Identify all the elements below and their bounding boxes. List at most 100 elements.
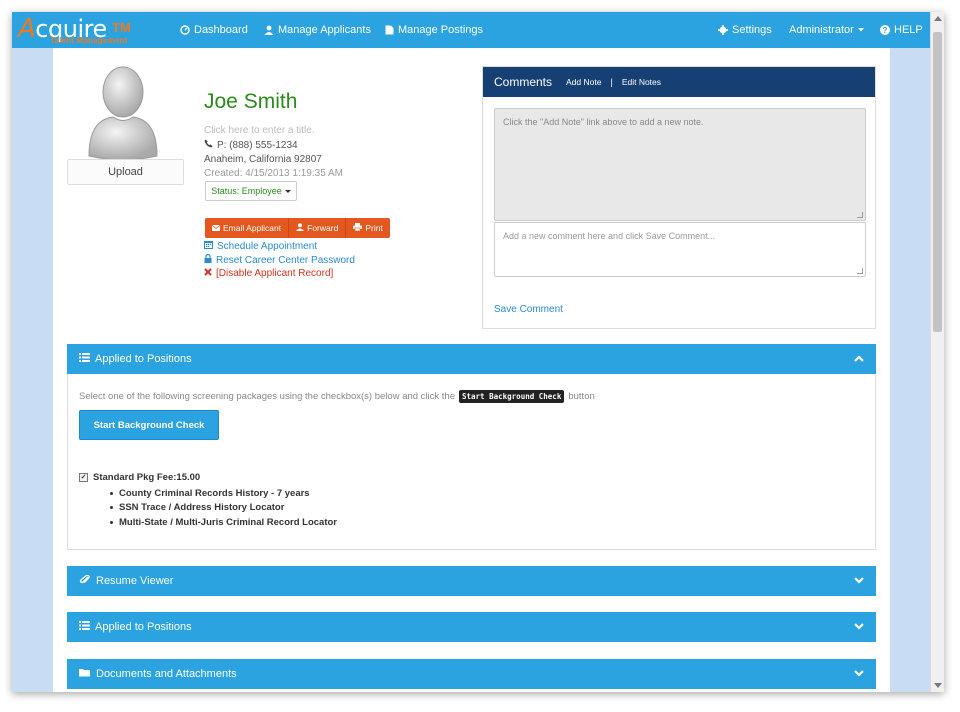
applied-positions-title-2: Applied to Positions bbox=[95, 621, 192, 633]
nav-manage-postings-label: Manage Postings bbox=[398, 24, 483, 36]
comment-placeholder: Add a new comment here and click Save Co… bbox=[503, 231, 716, 241]
list-item: County Criminal Records History - 7 year… bbox=[110, 486, 337, 501]
document-icon bbox=[385, 25, 394, 35]
package-item-label: Multi-State / Multi-Juris Criminal Recor… bbox=[119, 516, 337, 528]
applied-positions-header-2[interactable]: Applied to Positions bbox=[67, 612, 876, 642]
avatar bbox=[83, 60, 163, 161]
close-icon bbox=[204, 268, 212, 279]
nav-manage-applicants[interactable]: Manage Applicants bbox=[264, 22, 371, 38]
status-label: Status: Employee bbox=[211, 186, 282, 196]
forward-label: Forward bbox=[307, 223, 339, 233]
start-background-check-button[interactable]: Start Background Check bbox=[79, 410, 219, 440]
paperclip-icon bbox=[79, 574, 91, 588]
email-applicant-label: Email Applicant bbox=[223, 223, 282, 233]
nav-manage-postings[interactable]: Manage Postings bbox=[385, 22, 483, 38]
location-text: Anaheim, California 92807 bbox=[204, 154, 322, 165]
screening-instructions: Select one of the following screening pa… bbox=[79, 390, 595, 403]
vertical-scrollbar[interactable] bbox=[930, 12, 944, 692]
nav-user-label: Administrator bbox=[789, 24, 854, 36]
list-icon bbox=[79, 353, 90, 365]
list-item: SSN Trace / Address History Locator bbox=[110, 501, 337, 516]
print-button[interactable]: Print bbox=[346, 218, 390, 238]
applicant-action-group: Email Applicant Forward Print bbox=[205, 218, 390, 238]
print-label: Print bbox=[365, 223, 383, 233]
applicant-name[interactable]: Joe Smith bbox=[204, 90, 297, 114]
disable-record-label: [Disable Applicant Record] bbox=[216, 268, 334, 279]
comments-title: Comments bbox=[494, 75, 553, 89]
nav-settings[interactable]: Settings bbox=[718, 22, 772, 38]
package-item-label: SSN Trace / Address History Locator bbox=[119, 502, 285, 514]
resize-grip-icon[interactable] bbox=[857, 212, 863, 218]
bullet-icon bbox=[110, 491, 113, 495]
title-placeholder[interactable]: Click here to enter a title. bbox=[204, 125, 315, 136]
acquire-logo[interactable]: Acquire TM Talent Management bbox=[18, 14, 168, 46]
chevron-down-icon[interactable] bbox=[854, 575, 864, 587]
package-item-label: County Criminal Records History - 7 year… bbox=[119, 487, 310, 499]
list-item: Multi-State / Multi-Juris Criminal Recor… bbox=[110, 515, 337, 530]
main-content: Upload Joe Smith Click here to enter a t… bbox=[53, 48, 890, 692]
nav-manage-applicants-label: Manage Applicants bbox=[278, 24, 371, 36]
package-label: Standard Pkg Fee:15.00 bbox=[93, 472, 201, 483]
resume-viewer-header[interactable]: Resume Viewer bbox=[67, 566, 876, 596]
comments-panel: Comments Add Note | Edit Notes Click the… bbox=[482, 66, 876, 329]
reset-password-link[interactable]: Reset Career Center Password bbox=[204, 253, 355, 266]
disable-record-link[interactable]: [Disable Applicant Record] bbox=[204, 268, 333, 279]
applied-positions-header[interactable]: Applied to Positions bbox=[67, 344, 876, 374]
chevron-down-icon[interactable] bbox=[854, 668, 864, 680]
edit-notes-link[interactable]: Edit Notes bbox=[622, 77, 661, 87]
phone-row: P: (888) 555-1234 bbox=[204, 139, 298, 151]
chevron-down-icon[interactable] bbox=[854, 621, 864, 633]
package-row: ✓ Standard Pkg Fee:15.00 bbox=[79, 472, 200, 483]
caret-down-icon bbox=[857, 28, 864, 32]
lock-icon bbox=[204, 253, 212, 266]
resize-grip-icon[interactable] bbox=[857, 268, 863, 274]
forward-button[interactable]: Forward bbox=[289, 218, 347, 238]
package-items: County Criminal Records History - 7 year… bbox=[110, 486, 337, 530]
save-comment-link[interactable]: Save Comment bbox=[494, 304, 563, 315]
bullet-icon bbox=[110, 506, 113, 510]
email-applicant-button[interactable]: Email Applicant bbox=[205, 218, 290, 238]
notes-textarea[interactable]: Click the "Add Note" link above to add a… bbox=[494, 108, 866, 221]
app-window: Acquire TM Talent Management Dashboard M… bbox=[12, 12, 944, 692]
scroll-up-arrow-icon[interactable] bbox=[934, 16, 942, 21]
folder-icon bbox=[79, 668, 91, 680]
add-note-link[interactable]: Add Note bbox=[566, 77, 601, 87]
status-dropdown[interactable]: Status: Employee bbox=[205, 181, 297, 201]
upload-photo-button[interactable]: Upload bbox=[67, 159, 184, 185]
caret-down-icon bbox=[284, 189, 291, 193]
list-icon bbox=[79, 621, 90, 633]
chevron-up-icon[interactable] bbox=[854, 353, 864, 365]
nav-settings-label: Settings bbox=[732, 24, 772, 36]
package-checkbox[interactable]: ✓ bbox=[79, 473, 88, 482]
comment-textarea[interactable]: Add a new comment here and click Save Co… bbox=[494, 222, 866, 277]
schedule-appointment-link[interactable]: Schedule Appointment bbox=[204, 240, 317, 252]
scroll-thumb[interactable] bbox=[933, 32, 942, 332]
nav-help-label: HELP bbox=[894, 24, 923, 36]
instructions-suffix: button bbox=[568, 391, 595, 402]
svg-text:?: ? bbox=[883, 26, 888, 35]
logo-tagline: Talent Management bbox=[50, 36, 128, 45]
phone-icon bbox=[204, 139, 213, 151]
phone-text: P: (888) 555-1234 bbox=[217, 139, 298, 151]
schedule-appointment-label: Schedule Appointment bbox=[217, 240, 318, 252]
applied-positions-body: Select one of the following screening pa… bbox=[67, 374, 876, 550]
notes-placeholder: Click the "Add Note" link above to add a… bbox=[503, 117, 704, 127]
calendar-icon bbox=[204, 240, 213, 252]
dashboard-icon bbox=[180, 25, 190, 35]
documents-header[interactable]: Documents and Attachments bbox=[67, 659, 876, 689]
help-icon: ? bbox=[880, 25, 890, 35]
envelope-icon bbox=[211, 223, 221, 233]
nav-user-menu[interactable]: Administrator bbox=[789, 22, 864, 38]
forward-user-icon bbox=[296, 223, 305, 233]
instructions-text: Select one of the following screening pa… bbox=[79, 391, 455, 402]
resume-viewer-title: Resume Viewer bbox=[96, 575, 174, 587]
nav-dashboard-label: Dashboard bbox=[194, 24, 248, 36]
comments-link-separator: | bbox=[610, 77, 613, 87]
logo-initial: A bbox=[18, 14, 36, 44]
scroll-down-arrow-icon[interactable] bbox=[934, 683, 942, 688]
nav-dashboard[interactable]: Dashboard bbox=[180, 22, 248, 38]
print-icon bbox=[353, 223, 363, 233]
user-icon bbox=[264, 25, 274, 35]
instructions-code: Start Background Check bbox=[459, 390, 565, 403]
nav-help[interactable]: ? HELP bbox=[880, 22, 923, 38]
